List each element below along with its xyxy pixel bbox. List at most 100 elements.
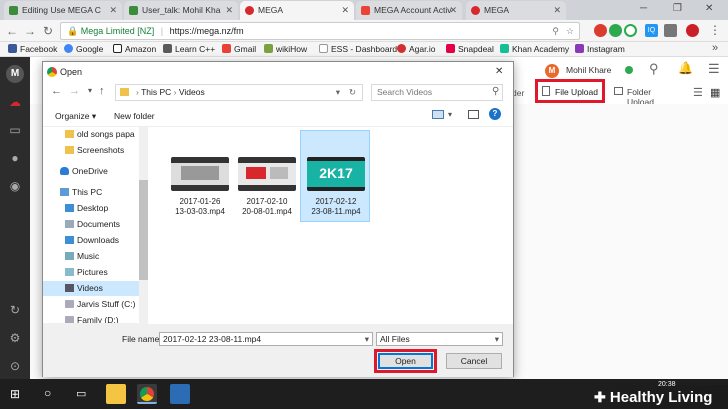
breadcrumb-this-pc[interactable]: This PC bbox=[141, 87, 171, 97]
bookmark-instagram[interactable]: Instagram bbox=[575, 43, 625, 56]
cloud-drive-icon[interactable]: ☁ bbox=[6, 93, 24, 111]
file-item[interactable]: 2017-02-10 20-08-01.mp4 bbox=[232, 131, 302, 221]
tab-user-talk[interactable]: User_talk: Mohil Kha ✕ bbox=[124, 1, 238, 20]
forward-arrow-icon[interactable]: → bbox=[22, 23, 38, 39]
settings-gear-icon[interactable]: ⚙ bbox=[6, 329, 24, 347]
file-upload-button[interactable]: File Upload bbox=[538, 83, 601, 101]
bookmark-khan-academy[interactable]: Khan Academy bbox=[500, 43, 569, 56]
file-explorer-icon[interactable] bbox=[106, 384, 126, 404]
close-icon[interactable]: ✕ bbox=[449, 1, 457, 20]
bookmark-agar[interactable]: Agar.io bbox=[397, 43, 435, 56]
tree-item-old-songs-papa[interactable]: old songs papa bbox=[43, 127, 139, 142]
bookmark-wikihow[interactable]: wikiHow bbox=[264, 43, 307, 56]
avatar[interactable]: M bbox=[545, 64, 559, 78]
tree-item-desktop[interactable]: Desktop bbox=[43, 201, 139, 216]
back-arrow-icon[interactable]: ← bbox=[51, 85, 62, 97]
extension-box-icon[interactable] bbox=[664, 24, 677, 37]
bookmarks-overflow-icon[interactable]: » bbox=[712, 42, 718, 54]
tree-item-screenshots[interactable]: Screenshots bbox=[43, 143, 139, 158]
bookmark-snapdeal[interactable]: Snapdeal bbox=[446, 43, 494, 56]
file-list: 2017-01-26 13-03-03.mp4 2017-02-10 20-08-0… bbox=[148, 127, 513, 323]
view-options-icon[interactable] bbox=[432, 110, 444, 119]
dialog-close-icon[interactable]: ✕ bbox=[495, 62, 503, 82]
help-icon[interactable]: ? bbox=[489, 108, 501, 120]
bookmark-gmail[interactable]: Gmail bbox=[222, 43, 256, 56]
tree-item-pictures[interactable]: Pictures bbox=[43, 265, 139, 280]
file-name-input[interactable]: 2017-02-12 23-08-11.mp4 ▾ bbox=[159, 332, 373, 346]
refresh-icon[interactable]: ↻ bbox=[349, 85, 356, 100]
new-folder-button[interactable]: New folder bbox=[114, 111, 155, 121]
bookmark-ess-dashboard[interactable]: ESS - Dashboard bbox=[319, 43, 397, 56]
maximize-icon[interactable]: ❐ bbox=[673, 3, 682, 14]
grid-view-icon[interactable]: ▦ bbox=[710, 86, 720, 99]
address-input[interactable]: 🔒 Mega Limited [NZ] | https://mega.nz/fm… bbox=[60, 22, 580, 40]
scrollbar-thumb[interactable] bbox=[139, 180, 148, 280]
extension-iq-icon[interactable]: IQ bbox=[645, 24, 658, 37]
chevron-down-icon[interactable]: ▾ bbox=[336, 85, 340, 100]
extension-circle-icon[interactable] bbox=[624, 24, 637, 37]
breadcrumb[interactable]: › This PC › Videos ▾ ↻ bbox=[115, 84, 363, 101]
photos-icon[interactable] bbox=[170, 384, 190, 404]
bookmark-google[interactable]: Google bbox=[64, 43, 103, 56]
cancel-button[interactable]: Cancel bbox=[446, 353, 502, 369]
menu-icon[interactable]: ☰ bbox=[708, 61, 720, 77]
file-item[interactable]: 2017-01-26 13-03-03.mp4 bbox=[165, 131, 235, 221]
chevron-down-icon[interactable]: ▾ bbox=[448, 110, 452, 119]
chrome-icon bbox=[140, 387, 154, 401]
bookmark-amazon[interactable]: Amazon bbox=[113, 43, 156, 56]
tree-item-this-pc[interactable]: This PC bbox=[43, 185, 139, 200]
contacts-card-icon[interactable]: ▭ bbox=[6, 121, 24, 139]
tree-item-family-d[interactable]: Family (D:) bbox=[43, 313, 139, 323]
pinterest-icon[interactable] bbox=[686, 24, 699, 37]
back-arrow-icon[interactable]: ← bbox=[4, 23, 20, 39]
tree-item-downloads[interactable]: Downloads bbox=[43, 233, 139, 248]
tree-item-music[interactable]: Music bbox=[43, 249, 139, 264]
up-arrow-icon[interactable]: ↑ bbox=[99, 85, 105, 97]
bookmark-facebook[interactable]: Facebook bbox=[8, 43, 57, 56]
search-icon[interactable]: ⚲ bbox=[649, 61, 659, 77]
forward-arrow-icon[interactable]: → bbox=[69, 85, 80, 97]
chat-icon[interactable]: ◉ bbox=[6, 177, 24, 195]
organize-button[interactable]: Organize ▾ bbox=[55, 111, 96, 122]
window-close-icon[interactable]: ✕ bbox=[705, 3, 713, 14]
bookmark-learn-cpp[interactable]: Learn C++ bbox=[163, 43, 215, 56]
preview-pane-icon[interactable] bbox=[468, 110, 479, 119]
search-input[interactable]: Search Videos bbox=[371, 84, 503, 101]
user-icon[interactable]: ● bbox=[6, 149, 24, 167]
open-button[interactable]: Open bbox=[378, 353, 433, 369]
close-icon[interactable]: ✕ bbox=[225, 1, 233, 20]
sync-icon[interactable]: ↻ bbox=[6, 301, 24, 319]
tab-mega-2[interactable]: MEGA ✕ bbox=[466, 1, 566, 20]
tab-editing-use-mega[interactable]: Editing Use MEGA C ✕ bbox=[4, 1, 122, 20]
tab-mega-active[interactable]: MEGA ✕ bbox=[240, 1, 354, 20]
windows-start-icon[interactable]: ⊞ bbox=[10, 387, 20, 401]
star-icon[interactable]: ☆ bbox=[566, 23, 574, 39]
recent-locations-icon[interactable]: ▾ bbox=[88, 86, 92, 95]
reload-icon[interactable]: ↻ bbox=[40, 23, 56, 39]
list-view-icon[interactable]: ☰ bbox=[693, 86, 703, 99]
mega-logo-icon[interactable]: M bbox=[6, 65, 24, 83]
chrome-menu-icon[interactable]: ⋮ bbox=[709, 23, 721, 37]
tree-item-videos[interactable]: Videos bbox=[43, 281, 139, 296]
notifications-bell-icon[interactable]: 🔔 bbox=[678, 61, 693, 75]
tab-mega-account-activation[interactable]: MEGA Account Activ ✕ bbox=[356, 1, 462, 20]
tree-item-jarvis-stuff-c[interactable]: Jarvis Stuff (C:) bbox=[43, 297, 139, 312]
tree-item-documents[interactable]: Documents bbox=[43, 217, 139, 232]
minimize-icon[interactable]: ─ bbox=[640, 3, 647, 14]
user-name[interactable]: Mohil Khare bbox=[566, 65, 611, 75]
task-view-icon[interactable]: ▭ bbox=[76, 387, 86, 400]
tree-item-onedrive[interactable]: OneDrive bbox=[43, 164, 139, 179]
search-icon[interactable]: ⚲ bbox=[552, 23, 559, 39]
file-type-select[interactable]: All Files ▾ bbox=[376, 332, 503, 346]
close-icon[interactable]: ✕ bbox=[553, 1, 561, 20]
transfers-icon[interactable]: ⊙ bbox=[6, 357, 24, 375]
file-item-selected[interactable]: 2K17 2017-02-12 23-08-11.mp4 bbox=[300, 130, 370, 222]
chrome-taskbar-button[interactable] bbox=[137, 384, 157, 404]
folder-upload-button[interactable]: Folder Upload bbox=[610, 83, 680, 107]
cortana-icon[interactable]: ○ bbox=[44, 386, 51, 400]
close-icon[interactable]: ✕ bbox=[109, 1, 117, 20]
extension-green-icon[interactable] bbox=[609, 24, 622, 37]
breadcrumb-videos[interactable]: Videos bbox=[179, 87, 205, 97]
extension-red-icon[interactable] bbox=[594, 24, 607, 37]
close-icon[interactable]: ✕ bbox=[341, 1, 349, 20]
